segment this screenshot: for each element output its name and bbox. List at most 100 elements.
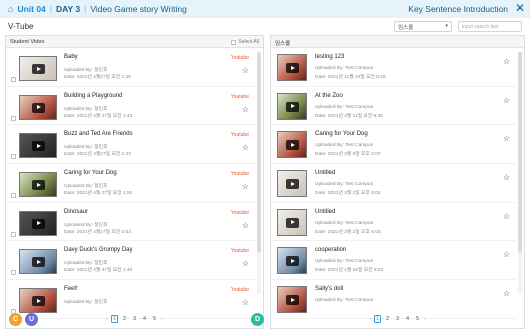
page-3[interactable]: 3 <box>131 316 138 322</box>
list-item[interactable]: Buzz and Ted Are Friends Uploaded By: 정민호… <box>6 125 255 165</box>
star-icon[interactable]: ☆ <box>242 259 249 268</box>
home-icon[interactable]: ⌂ <box>8 4 13 14</box>
video-thumbnail[interactable] <box>277 92 307 120</box>
star-icon[interactable]: ☆ <box>242 143 249 152</box>
list-item[interactable]: Caring for Your Dog Uploaded By: Test Cam… <box>271 125 516 165</box>
star-icon[interactable]: ☆ <box>242 298 249 307</box>
page-2[interactable]: 2 <box>384 316 391 322</box>
list-item[interactable]: Davy Duck's Grumpy Day Uploaded By: 정민호 Da… <box>6 241 255 281</box>
star-icon[interactable]: ☆ <box>242 221 249 230</box>
fab-orange-button[interactable]: C <box>9 313 22 326</box>
video-title[interactable]: Caring for Your Dog <box>64 170 117 176</box>
select-all[interactable]: Select All <box>231 39 259 45</box>
chevron-right-icon[interactable]: › <box>161 316 163 322</box>
play-icon[interactable] <box>286 179 299 190</box>
list-item[interactable]: cooperation Uploaded By: Test Campus Date:… <box>271 241 516 281</box>
item-checkbox[interactable] <box>11 270 16 276</box>
play-icon[interactable] <box>286 295 299 306</box>
play-icon[interactable] <box>32 180 45 191</box>
page-4[interactable]: 4 <box>141 316 148 322</box>
play-icon[interactable] <box>32 296 45 307</box>
page-3[interactable]: 3 <box>394 316 401 322</box>
scrollbar[interactable] <box>518 52 522 294</box>
select-all-checkbox[interactable] <box>231 39 237 45</box>
video-thumbnail[interactable] <box>277 54 307 81</box>
video-title[interactable]: Untitled <box>315 170 335 176</box>
star-icon[interactable]: ☆ <box>242 105 249 114</box>
chevron-left-icon[interactable]: ‹ <box>369 316 371 322</box>
list-item[interactable]: Sally's doll Uploaded By: Test Campus ☆ <box>271 280 516 319</box>
scrollbar[interactable] <box>257 52 261 294</box>
key-sentence-link[interactable]: Key Sentence Introduction <box>408 4 508 14</box>
play-icon[interactable] <box>286 63 299 73</box>
page-1[interactable]: 1 <box>374 315 381 323</box>
video-thumbnail[interactable] <box>277 131 307 159</box>
video-title[interactable]: Building a Playground <box>64 93 122 99</box>
play-icon[interactable] <box>286 101 299 112</box>
star-icon[interactable]: ☆ <box>503 289 510 298</box>
play-icon[interactable] <box>286 256 299 267</box>
close-icon[interactable]: ✕ <box>515 1 525 15</box>
item-checkbox[interactable] <box>11 77 16 82</box>
play-icon[interactable] <box>32 102 45 113</box>
fab-purple-button[interactable]: U <box>25 313 38 326</box>
search-input[interactable]: input search text <box>458 21 522 32</box>
list-item[interactable]: At the Zoo Uploaded By: Test Campus Date: … <box>271 87 516 126</box>
video-title[interactable]: testing 123 <box>315 54 344 60</box>
video-title[interactable]: Caring for Your Dog <box>315 131 368 137</box>
scrollbar-thumb[interactable] <box>518 52 522 252</box>
list-item[interactable]: Baby Uploaded By: 정민호 Date: 2021년 4월27일 오전… <box>6 48 255 87</box>
video-thumbnail[interactable] <box>19 249 57 275</box>
video-title[interactable]: Buzz and Ted Are Friends <box>64 131 133 137</box>
item-checkbox[interactable] <box>11 154 16 160</box>
page-4[interactable]: 4 <box>404 316 411 322</box>
star-icon[interactable]: ☆ <box>242 182 249 191</box>
video-title[interactable]: Davy Duck's Grumpy Day <box>64 247 133 253</box>
list-item[interactable]: Untitled Uploaded By: Test Campus Date: 20… <box>271 203 516 242</box>
video-thumbnail[interactable] <box>19 56 57 81</box>
item-checkbox[interactable] <box>11 193 16 199</box>
video-thumbnail[interactable] <box>19 94 57 120</box>
star-icon[interactable]: ☆ <box>242 66 249 75</box>
video-title[interactable]: Sally's doll <box>315 286 343 292</box>
item-checkbox[interactable] <box>11 115 16 121</box>
star-icon[interactable]: ☆ <box>503 173 510 182</box>
list-item[interactable]: Caring for Your Dog Uploaded By: 정민호 Date:… <box>6 164 255 203</box>
video-thumbnail[interactable] <box>19 210 57 236</box>
page-5[interactable]: 5 <box>414 316 421 322</box>
video-thumbnail[interactable] <box>277 170 307 198</box>
video-title[interactable]: Baby <box>64 54 78 60</box>
video-title[interactable]: cooperation <box>315 247 346 253</box>
video-thumbnail[interactable] <box>19 172 57 198</box>
list-item[interactable]: Feet! Uploaded By: 정민호 Youtube ☆ <box>6 280 255 319</box>
page-1[interactable]: 1 <box>111 315 118 323</box>
video-thumbnail[interactable] <box>19 288 57 314</box>
star-icon[interactable]: ☆ <box>503 57 510 66</box>
video-title[interactable]: Feet! <box>64 286 78 292</box>
chevron-right-icon[interactable]: › <box>424 316 426 322</box>
scrollbar-thumb[interactable] <box>257 52 261 252</box>
play-icon[interactable] <box>286 140 299 151</box>
play-icon[interactable] <box>32 64 45 74</box>
play-icon[interactable] <box>32 141 45 152</box>
video-thumbnail[interactable] <box>19 133 57 159</box>
list-item[interactable]: Building a Playground Uploaded By: 정민호 Dat… <box>6 87 255 126</box>
play-icon[interactable] <box>286 217 299 228</box>
play-icon[interactable] <box>32 257 45 268</box>
page-2[interactable]: 2 <box>121 316 128 322</box>
school-select[interactable]: 임스쿨 ▾ <box>394 21 452 32</box>
star-icon[interactable]: ☆ <box>503 96 510 105</box>
item-checkbox[interactable] <box>11 231 16 237</box>
video-title[interactable]: Untitled <box>315 209 335 215</box>
video-thumbnail[interactable] <box>277 286 307 314</box>
list-item[interactable]: Untitled Uploaded By: Test Campus Date: 20… <box>271 164 516 203</box>
video-thumbnail[interactable] <box>277 247 307 275</box>
star-icon[interactable]: ☆ <box>503 134 510 143</box>
video-title[interactable]: Dinosaur <box>64 209 88 215</box>
list-item[interactable]: Dinosaur Uploaded By: 정민호 Date: 2021년 4월27… <box>6 203 255 242</box>
video-thumbnail[interactable] <box>277 208 307 236</box>
video-title[interactable]: At the Zoo <box>315 93 343 99</box>
play-icon[interactable] <box>32 218 45 229</box>
fab-teal-button[interactable]: D <box>251 313 264 326</box>
chevron-left-icon[interactable]: ‹ <box>106 316 108 322</box>
